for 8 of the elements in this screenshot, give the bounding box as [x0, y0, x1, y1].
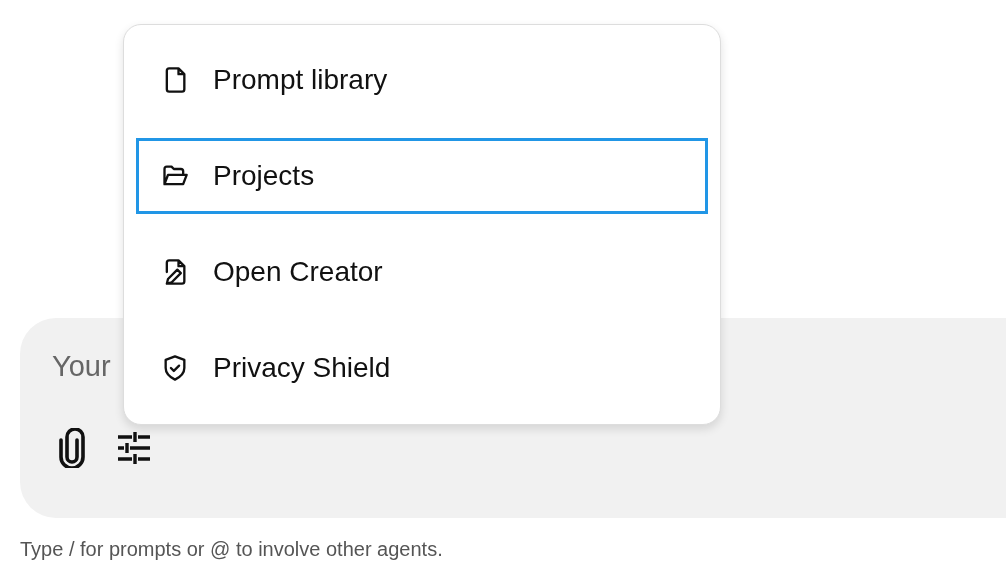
menu-item[interactable]: Projects	[136, 138, 708, 214]
menu-item[interactable]: Privacy Shield	[136, 320, 708, 416]
menu-item[interactable]: Open Creator	[136, 224, 708, 320]
message-input[interactable]: Your	[52, 348, 132, 384]
sliders-icon	[116, 431, 152, 465]
paperclip-icon	[56, 428, 88, 468]
hint-text: Type / for prompts or @ to involve other agents.	[20, 538, 444, 561]
menu-item[interactable]: Prompt library	[136, 32, 708, 128]
